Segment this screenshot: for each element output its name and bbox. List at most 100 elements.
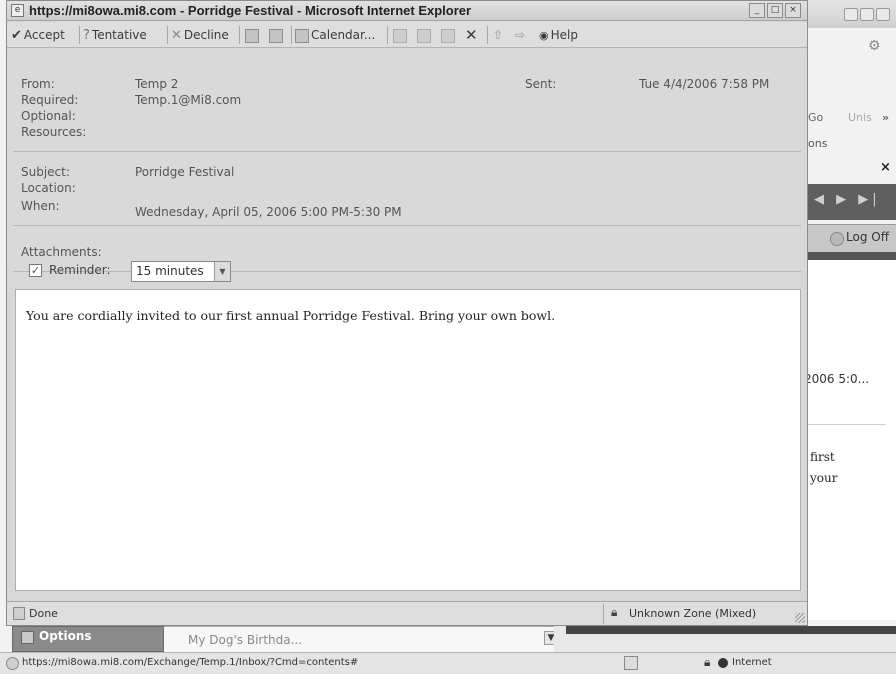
delete-icon: ✕ (465, 26, 478, 44)
from-value[interactable]: Temp 2 (135, 77, 178, 91)
tentative-label: Tentative (91, 28, 147, 42)
background-close-icon[interactable]: × (880, 160, 891, 175)
print-button[interactable] (245, 26, 261, 44)
background-titlebar (800, 0, 896, 28)
optional-label: Optional: (21, 109, 76, 123)
check-names-icon (269, 28, 283, 43)
accept-label: Accept (23, 28, 65, 42)
toolbar-separator (387, 26, 388, 44)
header-divider (13, 151, 801, 152)
help-button[interactable]: ◉ Help (539, 26, 578, 44)
options-nav-button[interactable]: Options (12, 626, 164, 652)
toolbar-separator (167, 26, 168, 44)
toolbar-separator (487, 26, 488, 44)
ie-page-icon: e (11, 4, 24, 17)
background-toolbar: Go Unis » (800, 107, 896, 133)
reply-icon (393, 28, 407, 43)
maximize-button[interactable]: □ (767, 3, 783, 18)
background-divider (806, 424, 886, 425)
reply-all-button[interactable] (417, 26, 433, 44)
background-close-button[interactable] (876, 8, 890, 21)
security-zone: Unknown Zone (Mixed) (629, 607, 757, 620)
log-off-button[interactable]: Log Off (830, 230, 889, 246)
toolbar-separator (291, 26, 292, 44)
subject-label: Subject: (21, 165, 70, 179)
background-go-button[interactable]: Go (808, 111, 823, 124)
background-logoff-bar: Log Off (800, 224, 896, 252)
background-dark-bar (800, 252, 896, 260)
chevron-down-icon[interactable]: ▼ (214, 262, 230, 281)
next-item-button[interactable]: ⇨ (515, 26, 525, 44)
message-body[interactable]: You are cordially invited to our first a… (15, 289, 801, 591)
background-minimize-button[interactable] (844, 8, 858, 21)
calendar-button[interactable]: Calendar... (295, 26, 375, 44)
window-titlebar[interactable]: e https://mi8owa.mi8.com - Porridge Fest… (7, 1, 807, 21)
options-icon (21, 631, 34, 644)
tentative-button[interactable]: ? Tentative (83, 26, 147, 44)
background-item-subject: My Dog's Birthda... (188, 633, 303, 647)
background-item-list-row[interactable]: My Dog's Birthda... ▼ (164, 626, 558, 652)
check-names-button[interactable] (269, 26, 285, 44)
reminder-value: 15 minutes (136, 264, 204, 278)
meeting-request-window: e https://mi8owa.mi8.com - Porridge Fest… (6, 0, 808, 626)
zone-status-icon (624, 656, 638, 670)
decline-label: Decline (183, 28, 229, 42)
forward-icon (441, 28, 455, 43)
background-reading-pane (800, 260, 896, 620)
toolbar-separator (79, 26, 80, 44)
header-divider (13, 225, 801, 226)
message-body-text: You are cordially invited to our first a… (26, 308, 556, 323)
page-status-icon (6, 657, 19, 670)
main-status-zone: Internet (732, 657, 772, 668)
when-label: When: (21, 199, 60, 213)
background-options-fragment: ons (808, 137, 828, 150)
accept-button[interactable]: ✔ Accept (11, 26, 65, 44)
delete-button[interactable]: ✕ (465, 26, 478, 44)
required-label: Required: (21, 93, 79, 107)
background-body-line: your (810, 471, 838, 485)
window-title: https://mi8owa.mi8.com - Porridge Festiv… (29, 3, 472, 18)
reminder-dropdown[interactable]: 15 minutes ▼ (131, 261, 231, 282)
sent-value: Tue 4/4/2006 7:58 PM (639, 77, 770, 91)
background-window-buttons (844, 8, 890, 21)
required-value[interactable]: Temp.1@Mi8.com (135, 93, 241, 107)
background-media-controls[interactable]: ◀ ▶ ▶| (800, 184, 896, 220)
windows-logo-icon: ⚙ (868, 38, 881, 54)
status-divider (603, 604, 604, 624)
main-status-bar: https://mi8owa.mi8.com/Exchange/Temp.1/I… (0, 652, 896, 674)
reminder-checkbox[interactable]: ✓ (29, 264, 42, 277)
background-date-text: 2006 5:0... (804, 372, 870, 386)
forward-button[interactable] (441, 26, 457, 44)
lock-icon: 🔒︎ (704, 655, 711, 669)
from-label: From: (21, 77, 55, 91)
meeting-header: From: Temp 2 Sent: Tue 4/4/2006 7:58 PM … (7, 49, 807, 272)
question-mark-icon: ? (83, 27, 90, 43)
location-label: Location: (21, 181, 76, 195)
minimize-button[interactable]: _ (749, 3, 765, 18)
background-units-link[interactable]: Unis (848, 111, 872, 124)
lock-icon: 🔒︎ (611, 605, 618, 619)
attachments-label: Attachments: (21, 245, 102, 259)
background-dark-strip (566, 626, 896, 634)
help-icon: ◉ (539, 28, 549, 42)
toolbar-overflow-chevron-icon[interactable]: » (882, 111, 889, 124)
help-label: Help (550, 28, 578, 42)
up-arrow-icon: ⇧ (493, 28, 504, 42)
toolbar-separator (239, 26, 240, 44)
decline-x-icon: ✕ (171, 27, 182, 43)
resize-grip-icon[interactable] (795, 613, 805, 623)
reply-all-icon (417, 28, 431, 43)
close-button[interactable]: × (785, 3, 801, 18)
main-status-url: https://mi8owa.mi8.com/Exchange/Temp.1/I… (22, 657, 359, 668)
subject-value: Porridge Festival (135, 165, 235, 179)
globe-icon (718, 658, 728, 668)
previous-item-button[interactable]: ⇧ (493, 26, 503, 44)
options-label: Options (39, 629, 92, 643)
sent-label: Sent: (525, 77, 557, 91)
background-maximize-button[interactable] (860, 8, 874, 21)
background-body-line: first (810, 450, 835, 464)
when-value: Wednesday, April 05, 2006 5:00 PM-5:30 P… (135, 205, 402, 219)
reply-button[interactable] (393, 26, 409, 44)
decline-button[interactable]: ✕ Decline (171, 26, 229, 44)
calendar-label: Calendar... (311, 28, 376, 42)
